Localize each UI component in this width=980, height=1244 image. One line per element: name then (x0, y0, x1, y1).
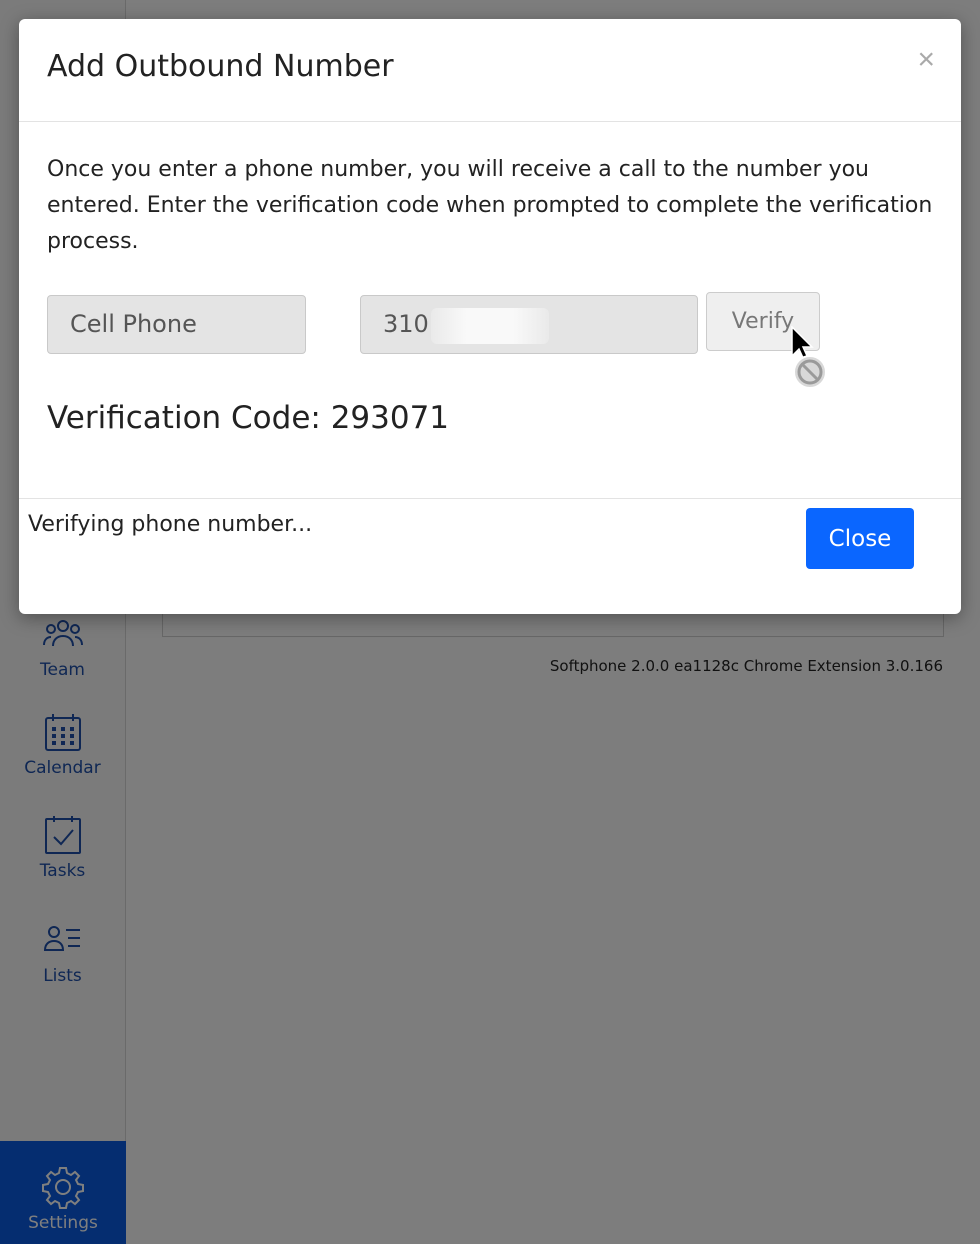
close-icon[interactable]: × (917, 45, 935, 75)
phone-number-value: 310 (383, 310, 429, 338)
phone-number-input[interactable]: 310 (360, 295, 698, 354)
app-window: Team Calendar Tasks (0, 0, 980, 1244)
close-button[interactable]: Close (806, 508, 914, 569)
phone-type-select[interactable]: Cell Phone (47, 295, 306, 354)
modal-title: Add Outbound Number (47, 49, 394, 84)
verify-button[interactable]: Verify (706, 292, 820, 351)
redacted-digits (431, 308, 549, 344)
status-text: Verifying phone number... (28, 512, 313, 537)
verification-code: Verification Code: 293071 (47, 400, 450, 436)
modal-description: Once you enter a phone number, you will … (47, 157, 933, 254)
phone-type-value: Cell Phone (70, 310, 197, 338)
modal-header: Add Outbound Number × (19, 19, 961, 122)
